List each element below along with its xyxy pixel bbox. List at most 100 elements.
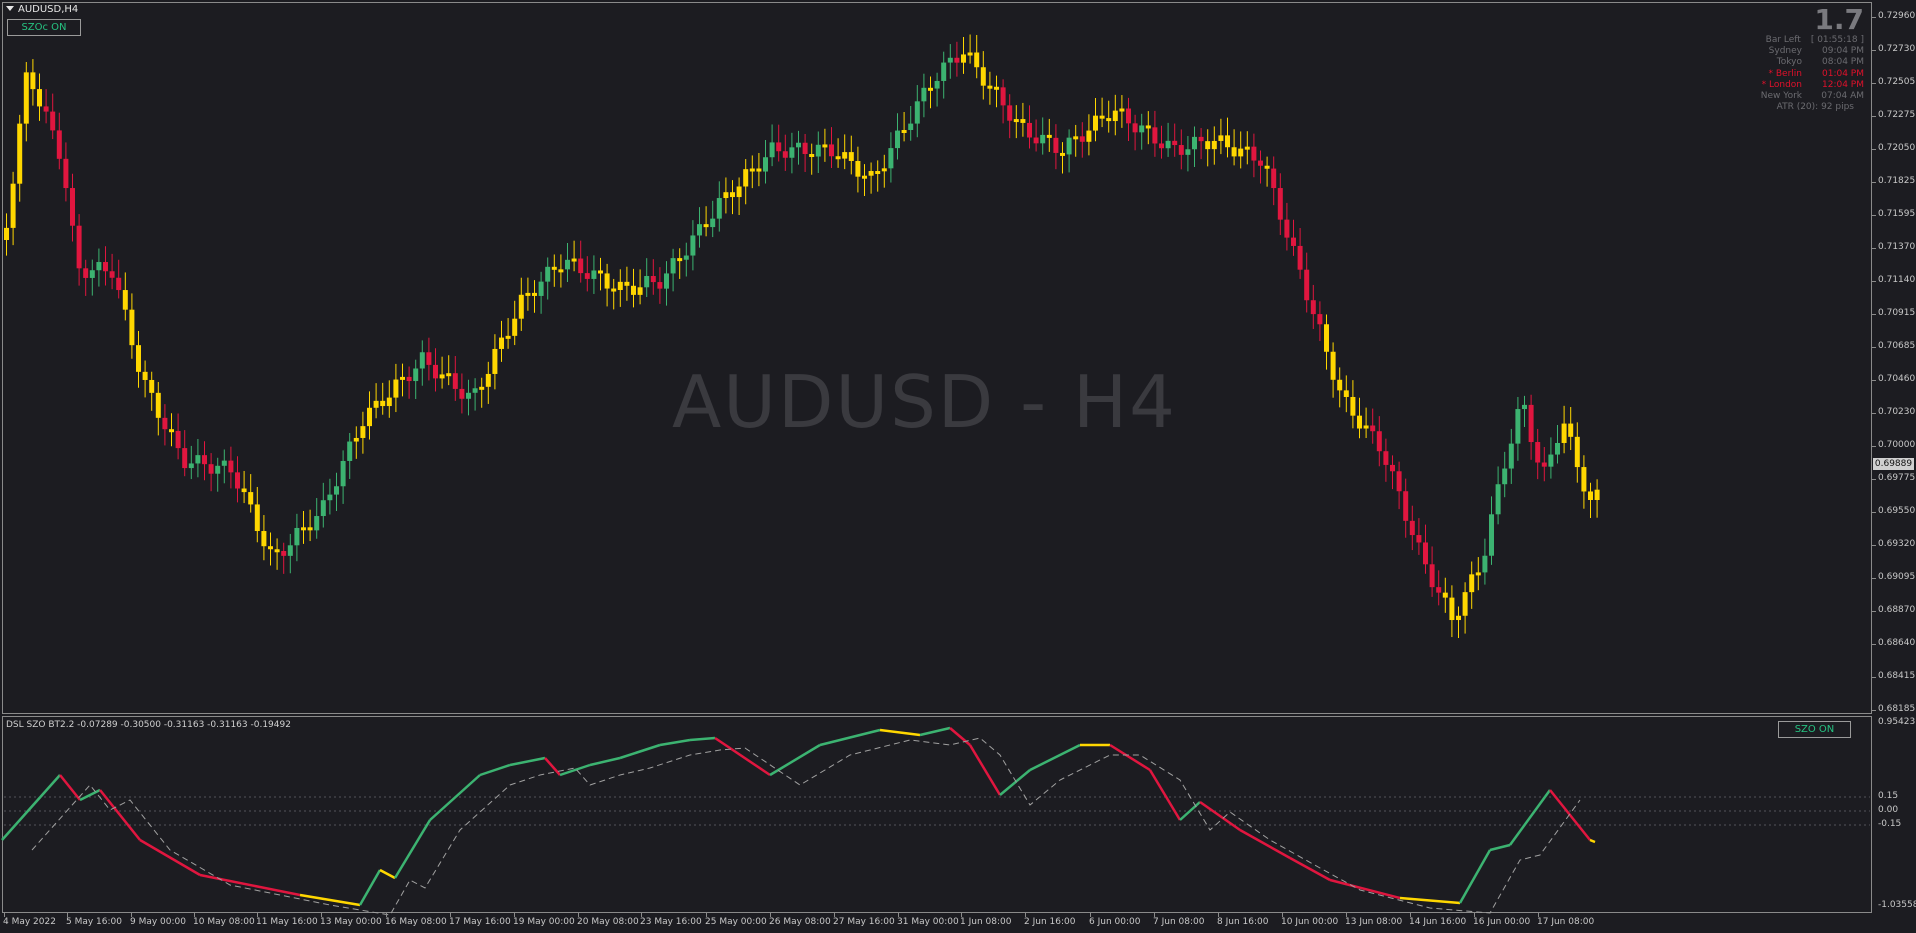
candle-body (657, 282, 663, 289)
candle-body (947, 57, 953, 63)
candle-body (961, 54, 966, 63)
candle-body (888, 148, 894, 169)
candle-body (1277, 188, 1283, 220)
oscillator-segment (79, 788, 101, 802)
candle-body (802, 142, 808, 155)
price-tick-label: 0.68640 (1878, 638, 1916, 648)
candle-body (875, 171, 881, 175)
candle-body (459, 388, 465, 399)
oscillator-segment (1179, 801, 1201, 821)
candle-body (122, 290, 128, 310)
chart-window[interactable]: AUDUSD - H4 AUDUSD,H4 SZOc ON 1.7 Bar Le… (0, 0, 1916, 933)
session-time: 07:04 AM (1821, 91, 1864, 102)
candle-body (815, 144, 821, 157)
candle-body (578, 258, 584, 274)
session-row: New York 07:04 AM (1761, 91, 1864, 102)
candle-body (842, 152, 848, 159)
price-tick (1872, 116, 1876, 117)
time-tick (1154, 913, 1155, 917)
candle-body (769, 142, 775, 158)
candle-body (1317, 314, 1323, 325)
session-info-panel: 1.7 Bar Left[ 01:55:18 ] Sydney 09:04 PM To… (1761, 5, 1864, 113)
current-price-label: 0.69889 (1873, 458, 1914, 470)
candle-body (835, 156, 841, 160)
symbol-watermark: AUDUSD - H4 (672, 360, 1177, 444)
oscillator-segment (299, 893, 361, 907)
price-tick-label: 0.70460 (1878, 374, 1916, 384)
session-label: * Berlin (1768, 68, 1802, 79)
candle-body (1291, 237, 1296, 246)
candle-body (195, 455, 201, 464)
candle-body (320, 500, 326, 517)
candle-body (182, 448, 188, 469)
candle-body (723, 192, 729, 199)
candle-body (829, 144, 834, 157)
time-tick (641, 913, 642, 917)
oscillator-segment (1489, 843, 1511, 852)
oscillator-segment (358, 869, 382, 906)
oscillator-segment (199, 873, 301, 897)
candle-body (1073, 136, 1079, 140)
time-tick-label: 13 May 00:00 (320, 917, 382, 927)
candle-body (1588, 491, 1593, 500)
szo-toggle-button[interactable]: SZO ON (1778, 721, 1851, 738)
candle-body (1508, 443, 1514, 469)
price-tick-label: 0.70000 (1878, 440, 1916, 450)
candle-body (43, 106, 49, 112)
price-tick (1872, 710, 1876, 711)
candle-body (1489, 514, 1494, 556)
price-tick-label: 0.71595 (1878, 209, 1916, 219)
price-tick (1872, 644, 1876, 645)
time-tick (1090, 913, 1091, 917)
dropdown-triangle-icon[interactable] (6, 6, 14, 11)
szoc-toggle-button[interactable]: SZOc ON (7, 19, 81, 36)
candle-body (261, 531, 267, 547)
price-tick-label: 0.71370 (1878, 242, 1916, 252)
price-tick-label: 0.71825 (1878, 176, 1916, 186)
oscillator-segment (379, 868, 396, 880)
session-label: ATR (20): 92 pips (1776, 102, 1854, 113)
candle-body (505, 335, 511, 339)
candle-body (1297, 245, 1303, 270)
time-tick (1346, 913, 1347, 917)
candle-body (1436, 587, 1442, 593)
time-tick-label: 31 May 00:00 (897, 917, 959, 927)
candle-body (367, 407, 372, 427)
time-tick-label: 16 May 08:00 (385, 917, 447, 927)
candle-body (1337, 379, 1343, 391)
candle-body (1046, 134, 1052, 138)
candle-body (393, 379, 399, 398)
candle-body (1132, 123, 1138, 133)
candle-body (776, 142, 782, 152)
candle-body (1027, 122, 1032, 138)
time-tick-label: 8 Jun 16:00 (1217, 917, 1269, 927)
time-tick-label: 7 Jun 08:00 (1153, 917, 1205, 927)
chart-title[interactable]: AUDUSD,H4 (6, 4, 78, 15)
price-tick (1872, 149, 1876, 150)
candle-body (584, 273, 590, 279)
price-tick (1872, 512, 1876, 513)
candle-body (1198, 136, 1204, 142)
candle-body (96, 262, 102, 271)
candle-body (1475, 572, 1481, 576)
candle-body (1099, 115, 1105, 119)
oscillator-segment (429, 774, 481, 821)
candle-body (1541, 462, 1547, 467)
candle-body (472, 388, 478, 393)
time-tick-label: 27 May 16:00 (833, 917, 895, 927)
time-tick-label: 14 Jun 16:00 (1409, 917, 1467, 927)
candle-body (881, 168, 887, 172)
time-tick-label: 6 Jun 00:00 (1089, 917, 1141, 927)
oscillator-segment (1148, 769, 1182, 821)
time-tick (1025, 913, 1026, 917)
candle-body (1119, 108, 1125, 112)
price-tick-label: 0.68415 (1878, 671, 1916, 681)
candle-body (1522, 404, 1527, 410)
candle-body (400, 376, 405, 380)
time-tick-label: 23 May 16:00 (640, 917, 702, 927)
candle-body (70, 188, 75, 226)
price-tick (1872, 413, 1876, 414)
indicator-tick-label: -1.03558 (1878, 900, 1916, 910)
time-tick-label: 25 May 00:00 (705, 917, 767, 927)
candle-body (499, 337, 504, 349)
